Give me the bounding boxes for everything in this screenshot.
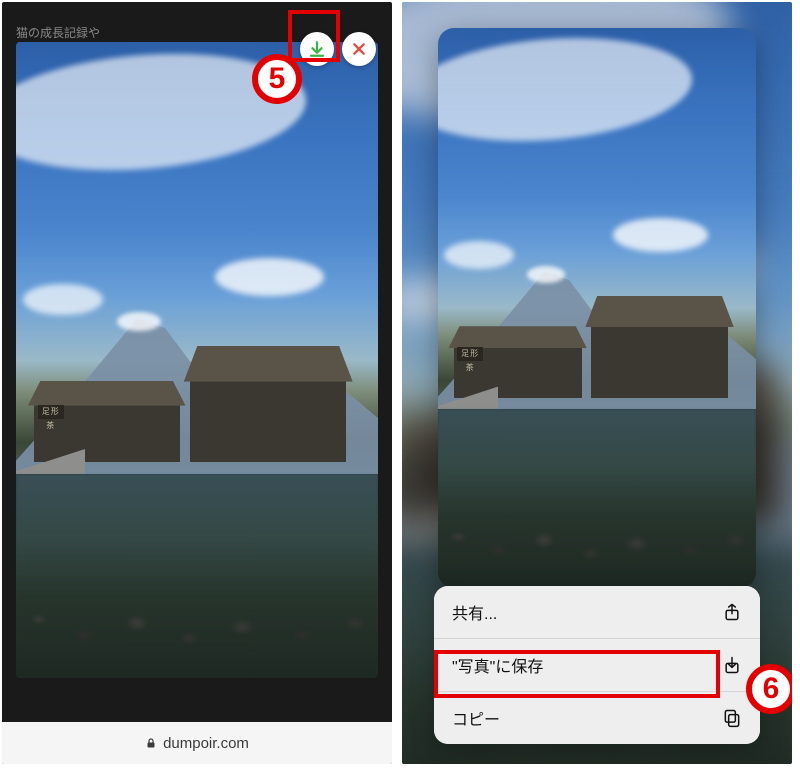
menu-item-copy[interactable]: コピー xyxy=(434,692,760,744)
callout-badge-6: 6 xyxy=(746,664,792,714)
underlying-page-text: 猫の成長記録や xyxy=(16,24,100,41)
image-preview-card[interactable]: 足形茶 xyxy=(438,28,756,588)
callout-box-5 xyxy=(288,10,340,62)
buildings xyxy=(23,373,371,462)
copy-icon xyxy=(722,708,742,728)
callout-box-6 xyxy=(434,650,720,698)
screenshot-right: 足形茶 共有... "写真"に保存 コピー 6 xyxy=(402,2,792,764)
close-icon xyxy=(351,41,367,57)
close-button[interactable] xyxy=(342,32,376,66)
callout-badge-5: 5 xyxy=(252,54,302,104)
photo-preview[interactable]: 足形茶 xyxy=(16,42,378,678)
rocks xyxy=(16,589,378,665)
lock-icon xyxy=(145,736,157,750)
safari-address-bar[interactable]: dumpoir.com xyxy=(2,722,392,764)
screenshot-left: 猫の成長記録や 足形茶 xyxy=(2,2,392,764)
callout-label: 6 xyxy=(763,672,780,706)
photo-scene: 足形茶 xyxy=(438,28,756,588)
save-down-icon xyxy=(722,655,742,675)
address-domain: dumpoir.com xyxy=(163,735,249,752)
shop-sign: 足形茶 xyxy=(38,405,64,419)
share-icon xyxy=(722,602,742,622)
callout-label: 5 xyxy=(269,62,286,96)
menu-item-label: 共有... xyxy=(452,600,497,624)
menu-item-label: コピー xyxy=(452,706,500,730)
photo-scene: 足形茶 xyxy=(16,42,378,678)
menu-item-share[interactable]: 共有... xyxy=(434,586,760,639)
